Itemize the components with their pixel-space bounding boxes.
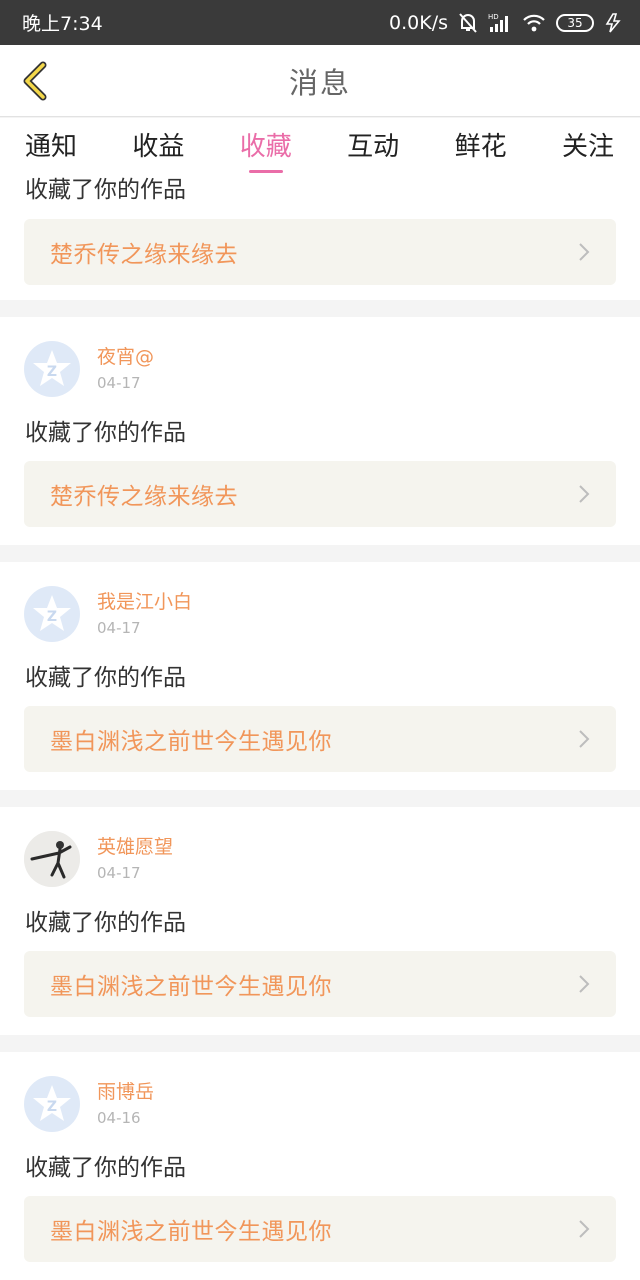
avatar[interactable]: Z xyxy=(24,586,80,642)
action-text: 收藏了你的作品 xyxy=(25,177,186,203)
chevron-right-icon xyxy=(578,483,592,505)
divider xyxy=(0,1035,640,1052)
default-avatar-icon: Z xyxy=(33,595,71,631)
charging-icon xyxy=(604,12,622,33)
tab-interactions[interactable]: 互动 xyxy=(347,126,399,176)
list-item: Z 夜宵@ 04-17 收藏了你的作品 楚乔传之缘来缘去 xyxy=(0,317,640,545)
work-link[interactable]: 墨白渊浅之前世今生遇见你 xyxy=(24,951,616,1017)
svg-text:HD: HD xyxy=(488,13,499,21)
photo-avatar-icon xyxy=(24,831,80,887)
work-link[interactable]: 墨白渊浅之前世今生遇见你 xyxy=(24,1196,616,1262)
username[interactable]: 雨博岳 xyxy=(97,1079,154,1105)
action-text: 收藏了你的作品 xyxy=(25,910,186,936)
wifi-icon xyxy=(522,13,546,33)
svg-text:Z: Z xyxy=(47,364,57,380)
svg-text:Z: Z xyxy=(47,609,57,625)
tab-flowers[interactable]: 鲜花 xyxy=(455,126,507,176)
svg-text:Z: Z xyxy=(47,1099,57,1115)
tab-notifications[interactable]: 通知 xyxy=(25,126,77,176)
date: 04-17 xyxy=(97,618,141,637)
divider xyxy=(0,545,640,562)
username[interactable]: 我是江小白 xyxy=(97,589,192,615)
back-arrow-icon xyxy=(23,61,47,101)
date: 04-17 xyxy=(97,373,141,392)
list-item: 英雄愿望 04-17 收藏了你的作品 墨白渊浅之前世今生遇见你 xyxy=(0,807,640,1035)
action-text: 收藏了你的作品 xyxy=(25,665,186,691)
signal-icon: HD xyxy=(488,12,512,34)
list-item: 收藏了你的作品 楚乔传之缘来缘去 xyxy=(0,176,640,300)
default-avatar-icon: Z xyxy=(33,350,71,386)
avatar[interactable]: Z xyxy=(24,1076,80,1132)
work-link[interactable]: 楚乔传之缘来缘去 xyxy=(24,461,616,527)
status-bar: 晚上7:34 0.0K/s HD 35 xyxy=(0,0,640,45)
list-item: Z 雨博岳 04-16 收藏了你的作品 墨白渊浅之前世今生遇见你 xyxy=(0,1052,640,1280)
tab-follows[interactable]: 关注 xyxy=(562,126,614,176)
battery-icon: 35 xyxy=(556,13,594,32)
page-title: 消息 xyxy=(288,65,351,100)
chevron-right-icon xyxy=(578,1218,592,1240)
list-item: Z 我是江小白 04-17 收藏了你的作品 墨白渊浅之前世今生遇见你 xyxy=(0,562,640,790)
header-bar: 消息 xyxy=(0,45,640,117)
action-text: 收藏了你的作品 xyxy=(25,1155,186,1181)
network-speed: 0.0K/s xyxy=(389,11,448,34)
work-title: 楚乔传之缘来缘去 xyxy=(50,242,238,268)
avatar[interactable]: Z xyxy=(24,341,80,397)
message-list[interactable]: 收藏了你的作品 楚乔传之缘来缘去 Z 夜宵@ 04-17 收藏了你的作品 楚乔传… xyxy=(0,176,640,1280)
action-text: 收藏了你的作品 xyxy=(25,420,186,446)
chevron-right-icon xyxy=(578,973,592,995)
chevron-right-icon xyxy=(578,241,592,263)
default-avatar-icon: Z xyxy=(33,1085,71,1121)
status-time: 晚上7:34 xyxy=(22,13,103,35)
tab-earnings[interactable]: 收益 xyxy=(132,126,184,176)
mute-bell-icon xyxy=(458,12,478,34)
status-icons: 0.0K/s HD 35 xyxy=(389,12,622,34)
work-link[interactable]: 楚乔传之缘来缘去 xyxy=(24,219,616,285)
work-link[interactable]: 墨白渊浅之前世今生遇见你 xyxy=(24,706,616,772)
username[interactable]: 英雄愿望 xyxy=(97,834,173,860)
work-title: 楚乔传之缘来缘去 xyxy=(50,484,238,510)
divider xyxy=(0,300,640,317)
tab-bar: 通知 收益 收藏 互动 鲜花 关注 xyxy=(0,118,640,176)
work-title: 墨白渊浅之前世今生遇见你 xyxy=(50,974,332,1000)
avatar[interactable] xyxy=(24,831,80,887)
work-title: 墨白渊浅之前世今生遇见你 xyxy=(50,729,332,755)
back-button[interactable] xyxy=(14,59,54,103)
tab-favorites[interactable]: 收藏 xyxy=(240,126,292,176)
username[interactable]: 夜宵@ xyxy=(97,344,154,370)
chevron-right-icon xyxy=(578,728,592,750)
divider xyxy=(0,790,640,807)
date: 04-17 xyxy=(97,863,141,882)
date: 04-16 xyxy=(97,1108,141,1127)
work-title: 墨白渊浅之前世今生遇见你 xyxy=(50,1219,332,1245)
